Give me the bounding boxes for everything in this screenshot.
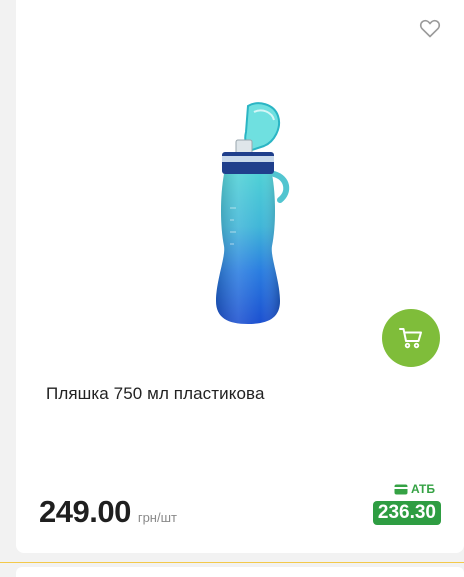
price-unit: грн/шт	[137, 510, 177, 525]
card-icon	[394, 484, 408, 494]
product-title[interactable]: Пляшка 750 мл пластикова	[46, 384, 265, 404]
divider	[0, 562, 464, 563]
atb-label: АТБ	[394, 481, 435, 497]
next-card	[16, 567, 464, 577]
price: 249.00 грн/шт	[39, 494, 177, 530]
price-value: 249.00	[39, 494, 131, 529]
atb-price: 236.30	[372, 501, 441, 525]
atb-label-text: АТБ	[410, 482, 435, 496]
favorite-button[interactable]	[418, 16, 442, 40]
bottle-image	[216, 102, 290, 324]
cart-icon	[399, 328, 422, 349]
product-image[interactable]	[196, 96, 296, 328]
product-card[interactable]: Пляшка 750 мл пластикова 249.00 грн/шт А…	[16, 0, 464, 553]
add-to-cart-button[interactable]	[382, 309, 440, 367]
heart-outline-icon	[419, 19, 441, 38]
atb-price-block: АТБ 236.30	[361, 481, 441, 525]
